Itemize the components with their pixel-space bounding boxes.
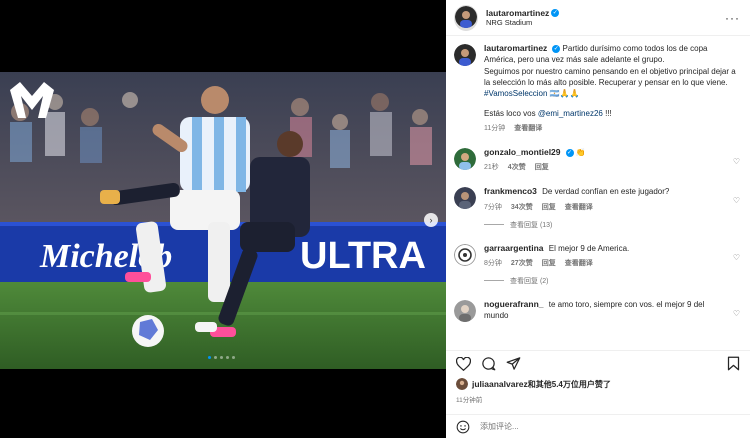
comment-likes[interactable]: 34次赞: [511, 203, 533, 213]
divider: [484, 280, 504, 282]
chevron-right-icon: ›: [429, 215, 433, 225]
heart-icon[interactable]: [456, 356, 471, 371]
carousel-dot: [208, 356, 211, 359]
caption-time: 11分钟: [484, 125, 506, 133]
likes-username[interactable]: juliaanalvarez: [472, 379, 528, 389]
more-icon[interactable]: ···: [725, 11, 740, 25]
bookmark-icon[interactable]: [727, 356, 740, 371]
comment-time: 8分钟: [484, 260, 502, 268]
post-location[interactable]: NRG Stadium: [486, 18, 725, 27]
carousel-dots: [208, 356, 235, 359]
comment-username[interactable]: gonzalo_montiel29: [484, 147, 561, 157]
comment-username[interactable]: frankmenco3: [484, 186, 537, 196]
post-detail-panel: lautaromartinez ✓ NRG Stadium ··· lautaro…: [446, 0, 750, 438]
avatar[interactable]: [454, 148, 476, 171]
comment: gonzalo_montiel29 ✓ 👏 21秒 4次赞 回复 ♡: [446, 146, 750, 173]
media-panel: Michelob ULTRA ›: [0, 0, 446, 438]
carousel-dot: [214, 356, 217, 359]
verified-icon: ✓: [552, 44, 561, 53]
verified-icon: ✓: [551, 9, 560, 18]
likes-summary[interactable]: juliaanalvarez 和其他5.4万位用户赞了: [456, 378, 611, 390]
comment: garraargentina El mejor 9 de America. 8分…: [446, 242, 750, 269]
caption-username[interactable]: lautaromartinez: [484, 43, 547, 53]
post-header: lautaromartinez ✓ NRG Stadium ···: [446, 0, 750, 36]
comment-input[interactable]: [480, 422, 740, 431]
likes-text: 和其他5.4万位用户赞了: [527, 379, 611, 389]
avatar[interactable]: [454, 243, 476, 266]
carousel-dot: [226, 356, 229, 359]
comments-list[interactable]: lautaromartinez ✓ Partido durísimo como t…: [446, 42, 750, 347]
view-replies-button[interactable]: 查看回复 (2): [484, 276, 750, 286]
caption-emoji: 🇦🇷🙏🙏: [549, 89, 580, 99]
comment-time: 21秒: [484, 164, 499, 172]
hashtag-link[interactable]: #VamosSeleccion: [484, 89, 547, 98]
caption-meta: 11分钟 查看翻译: [484, 124, 740, 134]
emoji-icon[interactable]: [456, 420, 470, 434]
caption: lautaromartinez ✓ Partido durísimo como t…: [446, 42, 750, 134]
caption-text: Seguimos por nuestro camino pensando en …: [484, 66, 736, 88]
heart-icon[interactable]: ♡: [730, 309, 740, 322]
reply-button[interactable]: 回复: [535, 163, 549, 173]
avatar[interactable]: [454, 299, 476, 322]
comment-meta: 8分钟 27次赞 回复 查看翻译: [484, 259, 730, 269]
comment-likes[interactable]: 4次赞: [508, 163, 526, 173]
avatar[interactable]: [454, 187, 476, 210]
view-replies-label: 查看回复 (2): [510, 277, 549, 285]
carousel-dot: [232, 356, 235, 359]
comment-meta: 7分钟 34次赞 回复 查看翻译: [484, 203, 730, 213]
comment: frankmenco3 De verdad confían en este ju…: [446, 185, 750, 212]
post-time: 11分钟前: [456, 397, 483, 404]
comment-text: El mejor 9 de America.: [548, 243, 630, 253]
post-photo[interactable]: Michelob ULTRA: [0, 72, 446, 369]
comment-icon[interactable]: [481, 356, 496, 371]
comment-time: 7分钟: [484, 203, 502, 211]
comment-username[interactable]: noguerafrann_: [484, 299, 544, 309]
mention-link[interactable]: @emi_martinez26: [538, 109, 603, 118]
divider: [484, 224, 504, 226]
header-text: lautaromartinez ✓ NRG Stadium: [486, 8, 725, 28]
comment: noguerafrann_ te amo toro, siempre con v…: [446, 298, 750, 322]
heart-icon[interactable]: ♡: [730, 196, 740, 212]
avatar[interactable]: [454, 4, 478, 31]
add-comment-bar: [446, 414, 750, 438]
next-image-button[interactable]: ›: [424, 213, 438, 227]
comment-likes[interactable]: 27次赞: [511, 259, 533, 269]
carousel-dot: [220, 356, 223, 359]
reply-button[interactable]: 回复: [542, 203, 556, 213]
comment-meta: 21秒 4次赞 回复: [484, 163, 730, 173]
post-username[interactable]: lautaromartinez: [486, 8, 549, 18]
translate-link[interactable]: 查看翻译: [565, 259, 593, 269]
action-bar: [446, 350, 750, 376]
caption-text: Estás loco vos: [484, 108, 538, 118]
view-replies-button[interactable]: 查看回复 (13): [484, 220, 750, 230]
view-replies-label: 查看回复 (13): [510, 221, 553, 229]
translate-link[interactable]: 查看翻译: [565, 203, 593, 213]
heart-icon[interactable]: ♡: [730, 253, 740, 269]
heart-icon[interactable]: ♡: [730, 157, 740, 173]
comment-text: De verdad confían en este jugador?: [542, 187, 670, 197]
avatar[interactable]: [454, 44, 476, 66]
banner-text: ULTRA: [300, 235, 426, 277]
caption-text: !!!: [602, 108, 612, 118]
verified-icon: ✓: [565, 148, 574, 157]
instagram-post-view: Michelob ULTRA › lautaromartinez ✓ NRG S…: [0, 0, 750, 438]
comment-username[interactable]: garraargentina: [484, 243, 544, 253]
share-icon[interactable]: [506, 356, 521, 371]
avatar: [456, 378, 468, 390]
comment-text: 👏: [575, 148, 586, 158]
reply-button[interactable]: 回复: [542, 259, 556, 269]
translate-link[interactable]: 查看翻译: [514, 124, 542, 134]
